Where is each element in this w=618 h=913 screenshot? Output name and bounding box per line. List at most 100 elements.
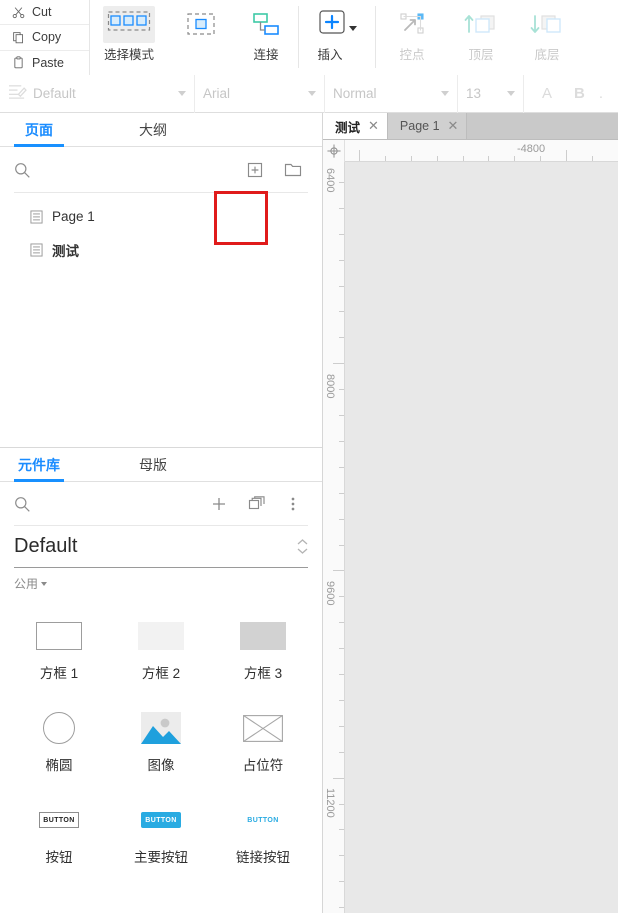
- ruler-tick: [339, 674, 344, 675]
- clipboard-icon: [12, 56, 25, 69]
- main-toolbar: Cut Copy Paste 选择模式 连接 插入 控点 顶层 底层: [0, 0, 618, 75]
- ruler-tick: [333, 363, 344, 365]
- widget-item-ellipse[interactable]: 椭圆: [8, 694, 110, 786]
- button-thumb-text: BUTTON: [141, 812, 181, 828]
- close-icon[interactable]: ✕: [368, 118, 379, 134]
- canvas-tab[interactable]: Page 1 ✕: [387, 113, 468, 139]
- cut-menu-item[interactable]: Cut: [0, 0, 89, 26]
- tab-widget-library[interactable]: 元件库: [0, 448, 78, 482]
- page-list: Page 1 测试: [0, 193, 322, 263]
- bring-to-front-button[interactable]: 顶层: [448, 0, 514, 72]
- widget-grid: 方框 1 方框 2 方框 3 椭圆 图像 占位符 BUTTON 按钮 BUTTO…: [0, 596, 322, 878]
- cut-label: Cut: [32, 5, 52, 20]
- widget-label: 链接按钮: [236, 850, 290, 865]
- ruler-tick: [462, 156, 464, 161]
- copy-menu-item[interactable]: Copy: [0, 25, 89, 51]
- toolbar-buttons: 选择模式 . 连接: [90, 0, 580, 75]
- close-icon[interactable]: ✕: [448, 118, 459, 134]
- insert-label: 插入: [317, 48, 343, 62]
- widget-item-box1[interactable]: 方框 1: [8, 602, 110, 694]
- connect-button[interactable]: 连接: [234, 0, 298, 72]
- more-vertical-icon[interactable]: [278, 489, 308, 519]
- copy-stack-icon[interactable]: [242, 489, 272, 519]
- box-gray-icon: [240, 616, 286, 656]
- ruler-tick: [540, 156, 542, 161]
- style-caret-icon[interactable]: [178, 91, 186, 96]
- send-to-back-label: 底层: [534, 48, 560, 62]
- widget-item-box2[interactable]: 方框 2: [110, 602, 212, 694]
- widget-item-button[interactable]: BUTTON 按钮: [8, 786, 110, 878]
- control-point-button[interactable]: 控点: [376, 0, 448, 72]
- vertical-ruler[interactable]: 6400 8000 9600 11200: [323, 162, 345, 913]
- text-color-button[interactable]: A: [532, 85, 562, 102]
- font-size-selector[interactable]: 13: [458, 74, 524, 113]
- bring-to-front-label: 顶层: [468, 48, 494, 62]
- tab-pages[interactable]: 页面: [0, 113, 78, 147]
- tab-widget-library-label: 元件库: [18, 456, 60, 473]
- horizontal-ruler-track: -4800: [345, 140, 618, 161]
- library-stepper-icon[interactable]: [297, 539, 308, 554]
- page-panel-tabs: 页面 大纲: [0, 113, 322, 147]
- ruler-tick: [592, 156, 593, 161]
- ruler-tick: [339, 907, 344, 909]
- widget-item-link-button[interactable]: BUTTON 链接按钮: [212, 786, 314, 878]
- font-family-caret-icon[interactable]: [308, 91, 316, 96]
- select-mode-button[interactable]: 选择模式: [90, 0, 168, 72]
- library-selector-value: Default: [14, 535, 78, 557]
- send-to-back-icon: [530, 6, 564, 42]
- ruler-tick: [333, 777, 344, 779]
- ruler-origin-icon[interactable]: [323, 140, 345, 162]
- page-list-item[interactable]: Page 1: [0, 203, 322, 230]
- tab-masters[interactable]: 母版: [78, 448, 228, 481]
- widget-item-primary-button[interactable]: BUTTON 主要按钮: [110, 786, 212, 878]
- ruler-tick: [339, 544, 344, 546]
- scissors-icon: [12, 6, 25, 19]
- search-icon[interactable]: [14, 162, 31, 179]
- insert-button[interactable]: 插入: [299, 0, 375, 72]
- app-window: Cut Copy Paste 选择模式 连接 插入 控点 顶层 底层 Defau…: [0, 0, 618, 913]
- widget-label: 方框 2: [141, 666, 181, 681]
- ruler-tick: [339, 492, 344, 494]
- style-selector[interactable]: Default: [0, 74, 195, 113]
- send-to-back-button[interactable]: 底层: [514, 0, 580, 72]
- font-size-caret-icon[interactable]: [507, 91, 515, 96]
- connect-mode-button[interactable]: .: [168, 0, 234, 72]
- widget-label: 主要按钮: [134, 850, 188, 865]
- style-edit-icon: [8, 83, 27, 105]
- insert-dropdown-caret-icon[interactable]: [348, 25, 357, 31]
- copy-label: Copy: [32, 30, 62, 45]
- widget-item-placeholder[interactable]: 占位符: [212, 694, 314, 786]
- add-page-icon[interactable]: [240, 155, 270, 185]
- library-search-icon[interactable]: [14, 496, 31, 513]
- bold-button[interactable]: B: [564, 85, 595, 102]
- button-thumb-text: BUTTON: [247, 816, 279, 824]
- ruler-tick: [339, 596, 344, 598]
- add-library-icon[interactable]: [204, 489, 234, 519]
- horizontal-ruler[interactable]: -4800: [323, 140, 618, 162]
- library-panel: 元件库 母版 Default 公用 方框 1 方框 2 方框 3 椭圆 图像 占…: [0, 448, 322, 913]
- widget-label: 按钮: [45, 850, 73, 865]
- library-category[interactable]: 公用: [0, 568, 322, 596]
- font-weight-selector[interactable]: Normal: [325, 74, 458, 113]
- tab-outline[interactable]: 大纲: [78, 113, 228, 146]
- tab-pages-label: 页面: [25, 121, 53, 138]
- text-style-group: A B .: [524, 75, 613, 113]
- canvas-tab-active[interactable]: 测试 ✕: [323, 113, 388, 139]
- widget-item-box3[interactable]: 方框 3: [212, 602, 314, 694]
- font-weight-caret-icon[interactable]: [441, 91, 449, 96]
- select-mode-icon: [103, 5, 155, 43]
- font-family-selector[interactable]: Arial: [195, 74, 325, 113]
- paste-menu-item[interactable]: Paste: [0, 51, 89, 75]
- library-selector[interactable]: Default: [14, 526, 308, 568]
- canvas-sheet[interactable]: [345, 162, 618, 913]
- widget-item-image[interactable]: 图像: [110, 694, 212, 786]
- ruler-v-label: 6400: [324, 168, 336, 193]
- add-folder-icon[interactable]: [278, 155, 308, 185]
- ruler-tick: [339, 855, 344, 857]
- more-text-options-icon[interactable]: .: [597, 85, 605, 102]
- widget-label: 方框 3: [243, 666, 283, 681]
- connect-mode-icon: [185, 6, 217, 42]
- widget-label: 图像: [147, 758, 175, 773]
- ruler-tick: [339, 699, 344, 701]
- page-list-item[interactable]: 测试: [0, 236, 322, 263]
